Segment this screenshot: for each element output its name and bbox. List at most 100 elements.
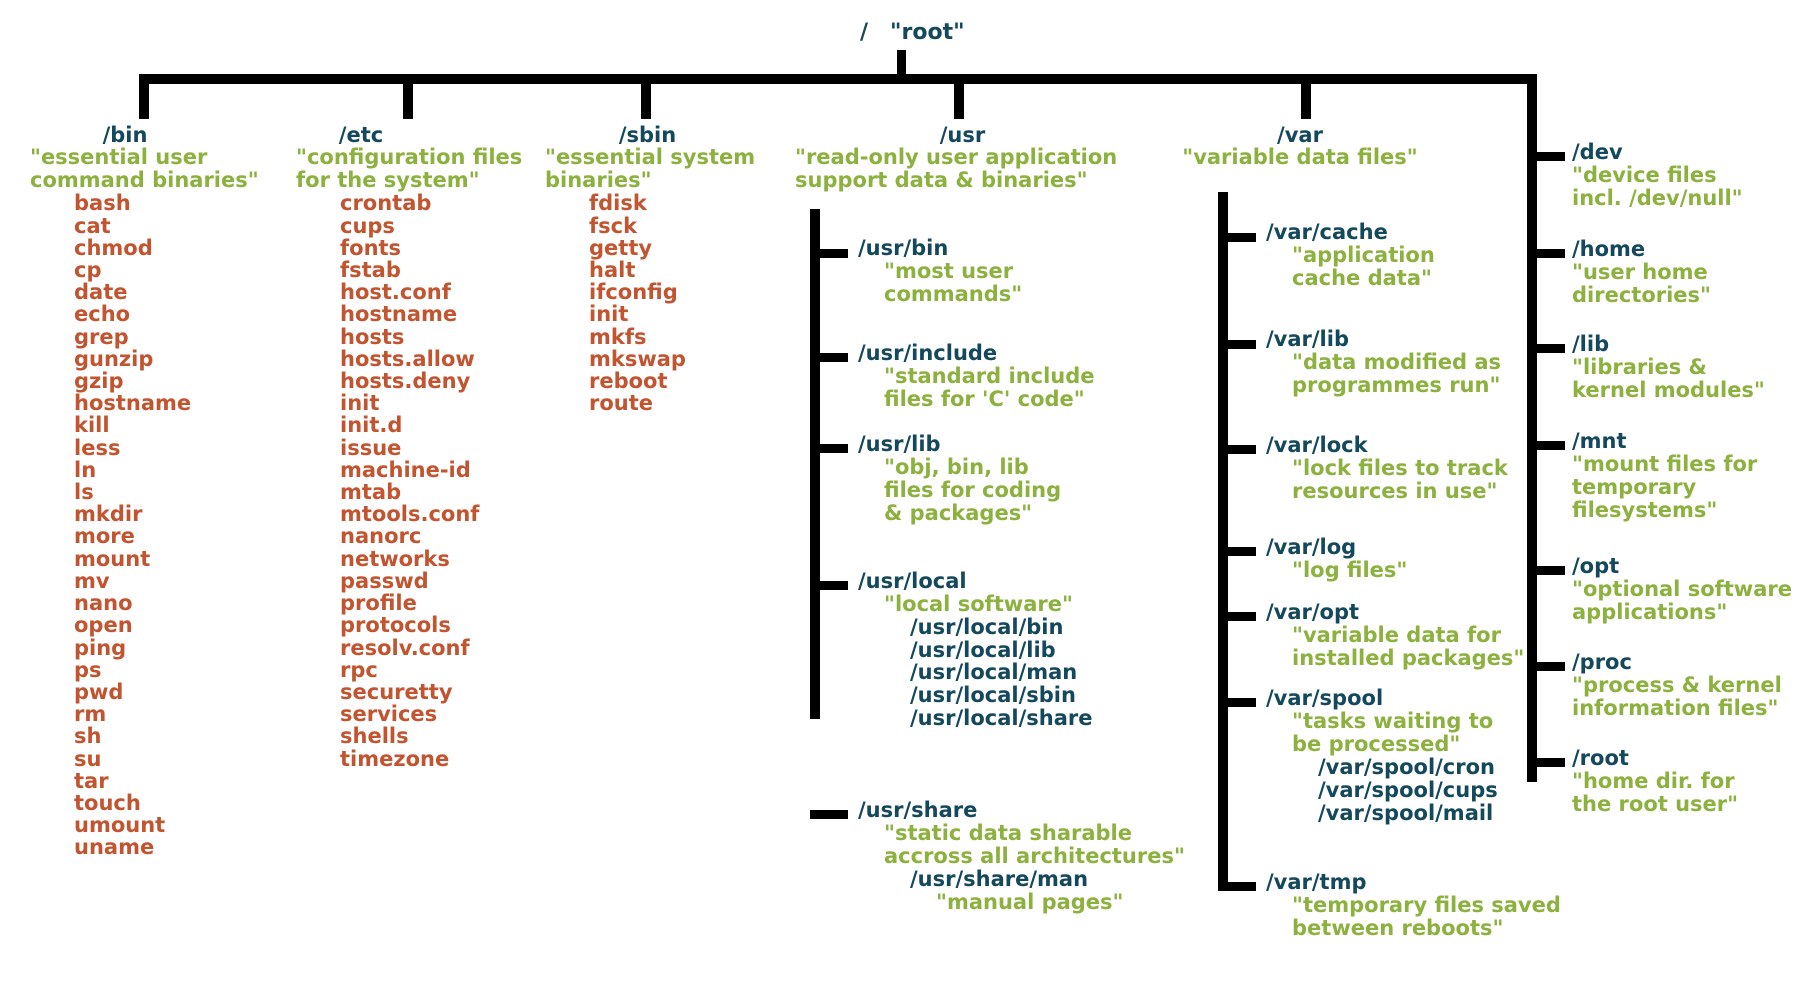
list-item: mkswap — [589, 346, 686, 371]
list-item: /usr/local/man — [910, 660, 1078, 685]
node-var-opt: /var/opt "variable data for installed pa… — [1266, 601, 1524, 670]
list-item: hosts.allow — [340, 346, 475, 371]
node-root-dir-path: /root — [1572, 746, 1629, 770]
node-var-path: /var — [1277, 123, 1323, 147]
list-item: rpc — [340, 657, 378, 682]
drop-connector-usr — [954, 74, 964, 119]
drop-connector-var — [1301, 74, 1311, 119]
usr-vertical-spine — [810, 209, 820, 719]
node-mnt-desc-1: temporary — [1572, 474, 1697, 499]
list-item: touch — [74, 790, 141, 815]
node-usr: /usr "read-only user application support… — [795, 124, 1215, 192]
list-item: gzip — [74, 369, 124, 394]
node-lib: /lib "libraries & kernel modules" — [1572, 333, 1765, 402]
list-item: /var/spool/mail — [1318, 800, 1494, 825]
node-var-lock-desc-1: resources in use" — [1292, 478, 1498, 503]
node-bin-desc-0: "essential user — [30, 145, 208, 170]
node-proc-desc-1: information files" — [1572, 695, 1779, 720]
node-mnt-desc-0: "mount files for — [1572, 451, 1758, 476]
list-item: /usr/local/lib — [910, 637, 1056, 662]
node-usr-share: /usr/share "static data sharable accross… — [858, 799, 1185, 914]
list-item: protocols — [340, 613, 451, 638]
list-item: nano — [74, 591, 133, 616]
others-branch-tick-home — [1527, 249, 1565, 258]
list-item: machine-id — [340, 457, 471, 482]
list-item: mtools.conf — [340, 502, 480, 527]
others-branch-tick-mnt — [1527, 441, 1565, 450]
others-branch-tick-root — [1527, 758, 1565, 767]
node-lib-desc-1: kernel modules" — [1572, 377, 1765, 402]
node-etc: /etc "configuration files for the system… — [296, 124, 566, 770]
node-var-lock: /var/lock "lock files to track resources… — [1266, 434, 1508, 503]
list-item: umount — [74, 813, 166, 838]
list-item: init.d — [340, 413, 403, 438]
node-root-dir: /root "home dir. for the root user" — [1572, 747, 1738, 816]
list-item: date — [74, 280, 128, 305]
list-item: less — [74, 435, 121, 460]
node-var-cache: /var/cache "application cache data" — [1266, 221, 1435, 290]
list-item: issue — [340, 435, 402, 460]
node-opt-desc-0: "optional software — [1572, 576, 1792, 601]
node-usr-include-path: /usr/include — [858, 341, 998, 365]
node-usr-desc-1: support data & binaries" — [795, 168, 1088, 193]
node-usr-lib-desc-2: & packages" — [884, 500, 1033, 525]
node-usr-desc-0: "read-only user application — [795, 145, 1118, 170]
var-branch-tick-log — [1218, 547, 1256, 556]
others-branch-tick-dev — [1527, 152, 1565, 161]
node-var-log-path: /var/log — [1266, 535, 1357, 559]
list-item: cat — [74, 213, 111, 238]
list-item: securetty — [340, 679, 453, 704]
node-usr-local-desc-0: "local software" — [884, 591, 1073, 616]
list-item: chmod — [74, 235, 153, 260]
list-item: passwd — [340, 568, 429, 593]
var-branch-tick-lock — [1218, 445, 1256, 454]
node-var-desc-0: "variable data files" — [1182, 145, 1418, 170]
node-var-spool-desc-0: "tasks waiting to — [1292, 708, 1494, 733]
list-item: /usr/local/share — [910, 706, 1093, 730]
list-item: reboot — [589, 369, 668, 394]
list-item: su — [74, 746, 102, 771]
list-item: echo — [74, 302, 131, 327]
list-item: tar — [74, 768, 109, 793]
list-item: host.conf — [340, 280, 451, 305]
node-var-lock-desc-0: "lock files to track — [1292, 455, 1508, 480]
others-branch-tick-proc — [1527, 662, 1565, 671]
node-usr-lib-desc-1: files for coding — [884, 477, 1062, 502]
main-horizontal-bus — [139, 74, 1537, 84]
list-item: sh — [74, 724, 102, 749]
root-node-label: / "root" — [860, 20, 965, 45]
node-usr-path: /usr — [939, 123, 986, 147]
node-usr-include-desc-0: "standard include — [884, 363, 1095, 388]
node-home-path: /home — [1572, 237, 1646, 261]
usr-branch-tick-bin — [810, 249, 848, 258]
node-proc: /proc "process & kernel information file… — [1572, 651, 1782, 720]
node-dev: /dev "device files incl. /dev/null" — [1572, 141, 1743, 210]
list-item: profile — [340, 591, 417, 616]
list-item: ln — [74, 457, 97, 482]
node-usr-bin-desc-1: commands" — [884, 281, 1023, 306]
node-var-tmp-path: /var/tmp — [1266, 870, 1367, 894]
var-branch-tick-cache — [1218, 233, 1256, 242]
drop-connector-etc — [403, 74, 413, 119]
node-var-tmp: /var/tmp "temporary files saved between … — [1266, 871, 1561, 940]
node-dev-path: /dev — [1572, 140, 1623, 164]
node-dev-desc-1: incl. /dev/null" — [1572, 185, 1743, 210]
node-sbin-path: /sbin — [618, 123, 677, 147]
node-usr-bin: /usr/bin "most user commands" — [858, 237, 1022, 306]
list-item: fdisk — [589, 191, 647, 216]
list-item: /usr/local/bin — [910, 614, 1064, 639]
node-usr-share-desc-1: accross all architectures" — [884, 843, 1185, 868]
node-usr-share-path: /usr/share — [858, 798, 978, 822]
list-item: hosts.deny — [340, 369, 471, 394]
node-var-cache-desc-0: "application — [1292, 242, 1435, 267]
node-var-lib-path: /var/lib — [1266, 327, 1349, 351]
list-item: init — [589, 302, 629, 327]
node-var-tmp-desc-1: between reboots" — [1292, 915, 1504, 940]
node-var-lock-path: /var/lock — [1266, 433, 1368, 457]
node-proc-desc-0: "process & kernel — [1572, 672, 1782, 697]
root-name-label: "root" — [890, 20, 965, 45]
list-item: mount — [74, 546, 151, 571]
list-item: shells — [340, 724, 409, 749]
node-opt-path: /opt — [1572, 554, 1620, 578]
list-item: ifconfig — [589, 280, 678, 305]
